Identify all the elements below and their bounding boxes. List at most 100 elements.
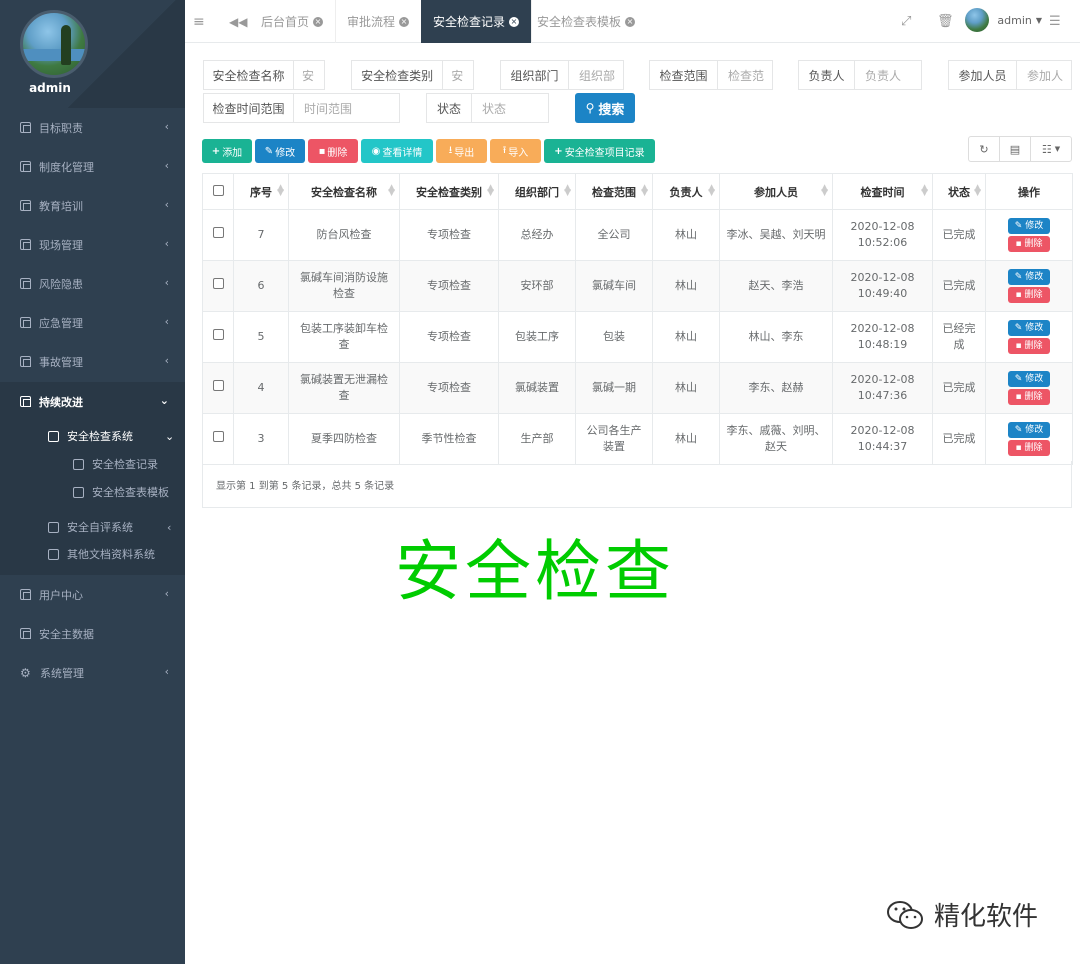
sidebar-item-improvement[interactable]: 持续改进 ⌄	[0, 382, 185, 421]
row-delete-label: 删除	[1024, 341, 1043, 351]
checkbox[interactable]	[212, 184, 224, 196]
sidebar-item-target-duty[interactable]: 目标职责 ‹	[0, 108, 185, 147]
hamburger-menu-icon[interactable]: ≡	[193, 0, 205, 43]
sidebar-sub-safety-check-system[interactable]: 安全检查系统 ⌄	[48, 428, 178, 444]
sidebar-item-training[interactable]: 教育培训 ‹	[0, 186, 185, 225]
cell-category: 专项检查	[399, 362, 499, 414]
col-header[interactable]: 序号 ▲ ▼	[233, 173, 289, 210]
filter-scope-input[interactable]: 检查范	[718, 61, 772, 89]
col-header[interactable]: 检查时间 ▲ ▼	[832, 173, 933, 210]
watermark: 精化软件	[886, 896, 1038, 933]
sidebar-item-site[interactable]: 现场管理 ‹	[0, 225, 185, 264]
delete-button[interactable]: ▪ 删除	[308, 139, 358, 163]
select-all-checkbox[interactable]	[202, 173, 234, 210]
sidebar-item-risk[interactable]: 风险隐患 ‹	[0, 264, 185, 303]
trash-icon[interactable]: 🗑	[937, 0, 954, 43]
fullscreen-icon[interactable]: ⤢	[901, 0, 911, 43]
row-edit-button[interactable]: ✎ 修改	[1008, 320, 1050, 336]
add-button[interactable]: + 添加	[202, 139, 252, 163]
list-icon: ▤	[1009, 142, 1021, 156]
row-checkbox-cell[interactable]	[202, 260, 234, 312]
col-header[interactable]: 安全检查类别 ▲ ▼	[399, 173, 499, 210]
col-header[interactable]: 参加人员 ▲ ▼	[719, 173, 833, 210]
settings-list-icon[interactable]: ☰	[1049, 0, 1061, 43]
import-button-label: 导入	[508, 147, 529, 159]
edit-button[interactable]: ✎ 修改	[255, 139, 305, 163]
col-header[interactable]: 组织部门 ▲ ▼	[498, 173, 576, 210]
columns-button[interactable]: ☷ ▼	[1030, 136, 1072, 162]
row-checkbox-cell[interactable]	[202, 413, 234, 465]
close-icon[interactable]: ×	[313, 16, 324, 27]
sidebar-item-accident[interactable]: 事故管理 ‹	[0, 342, 185, 381]
row-edit-button[interactable]: ✎ 修改	[1008, 218, 1050, 234]
rewind-tabs-icon[interactable]: ◀◀	[229, 0, 247, 43]
filter-name-input[interactable]: 安	[294, 61, 324, 89]
sidebar-item-emergency[interactable]: 应急管理 ‹	[0, 303, 185, 342]
checkbox[interactable]	[212, 380, 224, 391]
tab-safety-check-record[interactable]: 安全检查记录 ×	[421, 0, 533, 43]
sidebar-sub-self-eval[interactable]: 安全自评系统 ‹	[48, 519, 178, 535]
sidebar-sub-safety-check-template[interactable]: 安全检查表模板	[73, 484, 169, 500]
checkbox[interactable]	[212, 329, 224, 340]
cell-owner: 林山	[652, 362, 720, 414]
table-row[interactable]: 3 夏季四防检查 季节性检查 生产部 公司各生产装置 林山 李东、戚薇、刘明、赵…	[202, 413, 1073, 465]
row-delete-button[interactable]: ▪ 删除	[1008, 236, 1050, 252]
tab-approval-flow[interactable]: 审批流程 ×	[335, 0, 423, 43]
filter-timerange-input[interactable]: 时间范围	[294, 94, 399, 122]
item-record-button[interactable]: + 安全检查项目记录	[544, 139, 655, 163]
filter-category-input[interactable]: 安	[443, 61, 473, 89]
tab-home[interactable]: 后台首页 ×	[249, 0, 337, 43]
user-menu[interactable]: admin ▼	[965, 8, 1042, 32]
row-checkbox-cell[interactable]	[202, 311, 234, 363]
sidebar-item-institution[interactable]: 制度化管理 ‹	[0, 147, 185, 186]
checkbox[interactable]	[212, 278, 224, 289]
tab-safety-check-template[interactable]: 安全检查表模板 ×	[525, 0, 647, 43]
checkbox[interactable]	[212, 227, 224, 238]
row-delete-button[interactable]: ▪ 删除	[1008, 440, 1050, 456]
filter-participants-input[interactable]: 参加人	[1017, 61, 1071, 89]
row-delete-button[interactable]: ▪ 删除	[1008, 389, 1050, 405]
table-row[interactable]: 4 氯碱装置无泄漏检查 专项检查 氯碱装置 氯碱一期 林山 李东、赵赫 2020…	[202, 362, 1073, 414]
sidebar-sub-safety-check-record[interactable]: 安全检查记录	[73, 456, 158, 472]
filter-dept-input[interactable]: 组织部	[569, 61, 623, 89]
copy-icon	[20, 278, 31, 289]
filter-owner-input[interactable]: 负责人	[855, 61, 921, 89]
col-header[interactable]: 状态 ▲ ▼	[932, 173, 986, 210]
avatar[interactable]	[20, 10, 88, 78]
col-header[interactable]: 检查范围 ▲ ▼	[575, 173, 653, 210]
import-button[interactable]: ⭱ 导入	[490, 139, 541, 163]
tab-label: 安全检查表模板	[537, 15, 622, 29]
view-detail-button[interactable]: ◉ 查看详情	[361, 139, 433, 163]
export-button[interactable]: ⭳ 导出	[436, 139, 487, 163]
copy-icon	[20, 396, 31, 407]
table-row[interactable]: 7 防台风检查 专项检查 总经办 全公司 林山 李冰、吴越、刘天明 2020-1…	[202, 209, 1073, 261]
col-header[interactable]: 负责人 ▲ ▼	[652, 173, 720, 210]
sidebar-item-label: 教育培训	[39, 199, 83, 213]
cell-participants: 林山、李东	[719, 311, 833, 363]
search-button[interactable]: ⚲ 搜索	[575, 93, 635, 123]
close-icon[interactable]: ×	[625, 16, 636, 27]
row-delete-button[interactable]: ▪ 删除	[1008, 338, 1050, 354]
row-checkbox-cell[interactable]	[202, 362, 234, 414]
sort-icon: ▲ ▼	[277, 183, 284, 198]
toggle-view-button[interactable]: ▤	[999, 136, 1031, 162]
close-icon[interactable]: ×	[399, 16, 410, 27]
sidebar-sub-label: 安全自评系统	[67, 521, 133, 534]
refresh-button[interactable]: ↻	[968, 136, 1000, 162]
row-edit-button[interactable]: ✎ 修改	[1008, 269, 1050, 285]
table-row[interactable]: 5 包装工序装卸车检查 专项检查 包装工序 包装 林山 林山、李东 2020-1…	[202, 311, 1073, 363]
table-row[interactable]: 6 氯碱车间消防设施检查 专项检查 安环部 氯碱车间 林山 赵天、李浩 2020…	[202, 260, 1073, 312]
col-header[interactable]: 安全检查名称 ▲ ▼	[288, 173, 400, 210]
row-edit-label: 修改	[1025, 425, 1044, 435]
filter-status-input[interactable]: 状态	[472, 94, 548, 122]
checkbox[interactable]	[212, 431, 224, 442]
row-checkbox-cell[interactable]	[202, 209, 234, 261]
row-edit-button[interactable]: ✎ 修改	[1008, 422, 1050, 438]
row-delete-button[interactable]: ▪ 删除	[1008, 287, 1050, 303]
close-icon[interactable]: ×	[509, 16, 520, 27]
sidebar-item-system[interactable]: ⚙ 系统管理 ‹	[0, 653, 185, 692]
sidebar-item-master-data[interactable]: 安全主数据	[0, 614, 185, 653]
sidebar-item-user-center[interactable]: 用户中心 ‹	[0, 575, 185, 614]
row-edit-button[interactable]: ✎ 修改	[1008, 371, 1050, 387]
sidebar-sub-other-docs[interactable]: 其他文档资料系统	[48, 546, 155, 562]
